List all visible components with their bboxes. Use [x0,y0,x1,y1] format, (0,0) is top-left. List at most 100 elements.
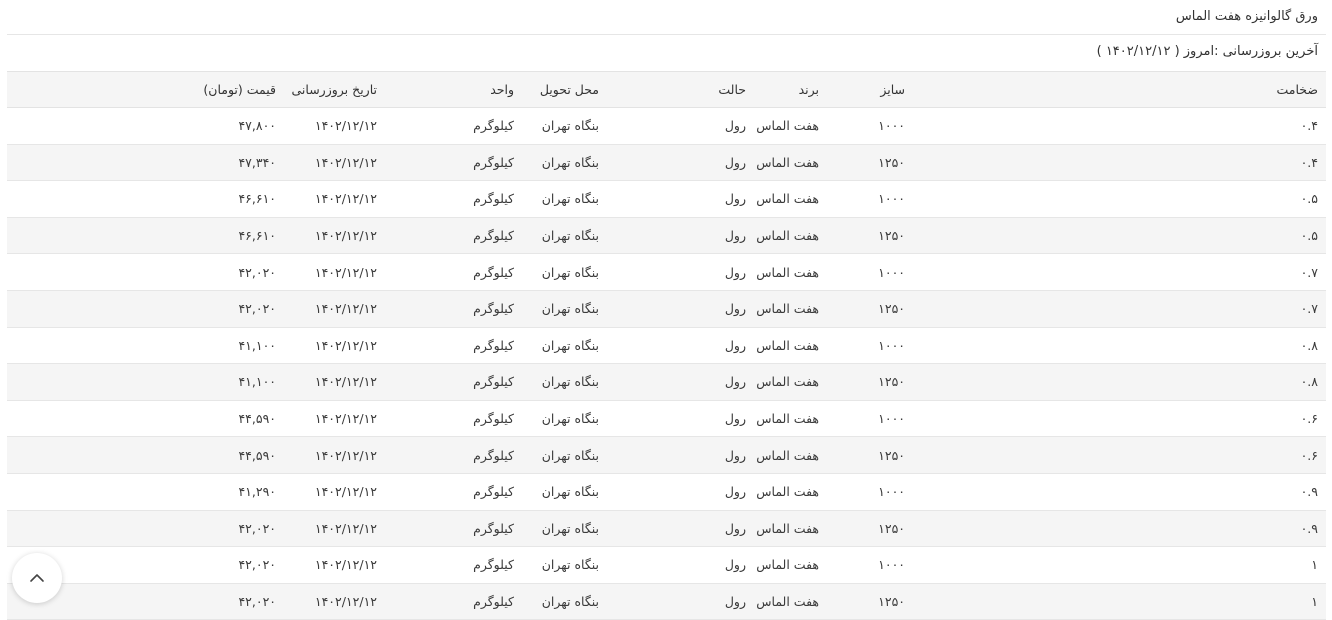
cell-brand: هفت الماس [756,411,819,427]
cell-size: ۱۲۵۰ [878,520,905,536]
cell-price: ۴۴,۵۹۰ [238,447,276,463]
cell-brand: هفت الماس [756,520,819,536]
cell-unit: کیلوگرم [473,118,514,134]
cell-delivery: بنگاه تهران [541,520,599,536]
table-row: ۰.۵ ۱۲۵۰ هفت الماس رول بنگاه تهران کیلوگرم ۱۴۰… [7,217,1326,254]
cell-unit: کیلوگرم [473,154,514,170]
cell-size: ۱۰۰۰ [878,484,905,500]
cell-delivery: بنگاه تهران [541,337,599,353]
cell-brand: هفت الماس [756,447,819,463]
cell-price: ۴۶,۶۱۰ [238,191,276,207]
cell-updated: ۱۴۰۲/۱۲/۱۲ [314,118,377,134]
cell-unit: کیلوگرم [473,228,514,244]
cell-thickness: ۰.۴ [1300,118,1318,134]
cell-thickness: ۰.۹ [1300,484,1318,500]
cell-updated: ۱۴۰۲/۱۲/۱۲ [314,520,377,536]
cell-thickness: ۰.۹ [1300,520,1318,536]
cell-brand: هفت الماس [756,191,819,207]
cell-price: ۴۲,۰۲۰ [238,520,276,536]
table-header-row: ضخامت سایز برند حالت محل تحویل واحد تاری… [7,71,1326,108]
cell-thickness: ۱ [1311,557,1318,573]
table-row: ۰.۹ ۱۰۰۰ هفت الماس رول بنگاه تهران کیلوگرم ۱۴۰… [7,473,1326,511]
cell-unit: کیلوگرم [473,264,514,280]
table-row: ۰.۷ ۱۲۵۰ هفت الماس رول بنگاه تهران کیلوگرم ۱۴۰… [7,290,1326,328]
cell-delivery: بنگاه تهران [541,264,599,280]
cell-unit: کیلوگرم [473,374,514,390]
table-row: ۰.۴ ۱۲۵۰ هفت الماس رول بنگاه تهران کیلوگرم ۱۴۰… [7,144,1326,181]
header-updated: تاریخ بروزرسانی [291,82,377,97]
cell-state: رول [724,594,746,610]
cell-price: ۴۱,۱۰۰ [238,337,276,353]
cell-price: ۴۴,۵۹۰ [238,411,276,427]
header-size: سایز [880,82,905,97]
cell-brand: هفت الماس [756,484,819,500]
table-row: ۰.۴ ۱۰۰۰ هفت الماس رول بنگاه تهران کیلوگرم ۱۴۰… [7,108,1326,145]
cell-state: رول [724,374,746,390]
header-thickness: ضخامت [1276,82,1318,97]
table-row: ۰.۵ ۱۰۰۰ هفت الماس رول بنگاه تهران کیلوگرم ۱۴۰… [7,181,1326,218]
cell-thickness: ۰.۴ [1300,154,1318,170]
cell-price: ۴۱,۱۰۰ [238,374,276,390]
cell-state: رول [724,154,746,170]
cell-thickness: ۰.۷ [1300,301,1318,317]
cell-price: ۴۱,۲۹۰ [238,484,276,500]
scroll-to-top-button[interactable] [12,553,62,603]
cell-unit: کیلوگرم [473,191,514,207]
cell-brand: هفت الماس [756,118,819,134]
cell-updated: ۱۴۰۲/۱۲/۱۲ [314,484,377,500]
cell-state: رول [724,337,746,353]
cell-delivery: بنگاه تهران [541,191,599,207]
cell-unit: کیلوگرم [473,301,514,317]
cell-updated: ۱۴۰۲/۱۲/۱۲ [314,557,377,573]
cell-thickness: ۱ [1311,594,1318,610]
cell-size: ۱۰۰۰ [878,264,905,280]
last-update-text: آخرین بروزرسانی :امروز ( ۱۴۰۲/۱۲/۱۲ ) [1096,44,1318,59]
cell-state: رول [724,264,746,280]
table-row: ۰.۶ ۱۰۰۰ هفت الماس رول بنگاه تهران کیلوگرم ۱۴۰… [7,400,1326,437]
cell-delivery: بنگاه تهران [541,594,599,610]
cell-state: رول [724,411,746,427]
cell-brand: هفت الماس [756,154,819,170]
cell-thickness: ۰.۸ [1300,337,1318,353]
cell-size: ۱۰۰۰ [878,557,905,573]
cell-updated: ۱۴۰۲/۱۲/۱۲ [314,374,377,390]
cell-state: رول [724,301,746,317]
cell-price: ۴۶,۶۱۰ [238,228,276,244]
header-brand: برند [798,82,819,97]
cell-brand: هفت الماس [756,594,819,610]
header-unit: واحد [490,82,514,97]
cell-delivery: بنگاه تهران [541,228,599,244]
header-price: قیمت (تومان) [203,82,276,97]
cell-size: ۱۰۰۰ [878,191,905,207]
cell-brand: هفت الماس [756,337,819,353]
table-row: ۰.۸ ۱۲۵۰ هفت الماس رول بنگاه تهران کیلوگرم ۱۴۰… [7,363,1326,401]
cell-delivery: بنگاه تهران [541,411,599,427]
cell-delivery: بنگاه تهران [541,557,599,573]
cell-delivery: بنگاه تهران [541,484,599,500]
cell-thickness: ۰.۸ [1300,374,1318,390]
cell-brand: هفت الماس [756,374,819,390]
cell-updated: ۱۴۰۲/۱۲/۱۲ [314,301,377,317]
header-state: حالت [718,82,746,97]
cell-updated: ۱۴۰۲/۱۲/۱۲ [314,228,377,244]
cell-state: رول [724,228,746,244]
cell-updated: ۱۴۰۲/۱۲/۱۲ [314,154,377,170]
cell-price: ۴۷,۸۰۰ [238,118,276,134]
cell-state: رول [724,447,746,463]
cell-state: رول [724,118,746,134]
cell-size: ۱۰۰۰ [878,337,905,353]
cell-unit: کیلوگرم [473,411,514,427]
cell-state: رول [724,484,746,500]
cell-brand: هفت الماس [756,228,819,244]
cell-updated: ۱۴۰۲/۱۲/۱۲ [314,191,377,207]
price-table-panel: ورق گالوانیزه هفت الماس آخرین بروزرسانی … [7,0,1326,620]
chevron-up-icon [29,573,45,583]
cell-size: ۱۲۵۰ [878,301,905,317]
header-delivery: محل تحویل [539,82,599,97]
table-row: ۰.۸ ۱۰۰۰ هفت الماس رول بنگاه تهران کیلوگرم ۱۴۰… [7,327,1326,364]
cell-size: ۱۲۵۰ [878,154,905,170]
cell-thickness: ۰.۵ [1300,191,1318,207]
cell-state: رول [724,191,746,207]
table-row: ۱ ۱۲۵۰ هفت الماس رول بنگاه تهران کیلوگرم ۱۴۰۲/… [7,583,1326,620]
cell-delivery: بنگاه تهران [541,447,599,463]
